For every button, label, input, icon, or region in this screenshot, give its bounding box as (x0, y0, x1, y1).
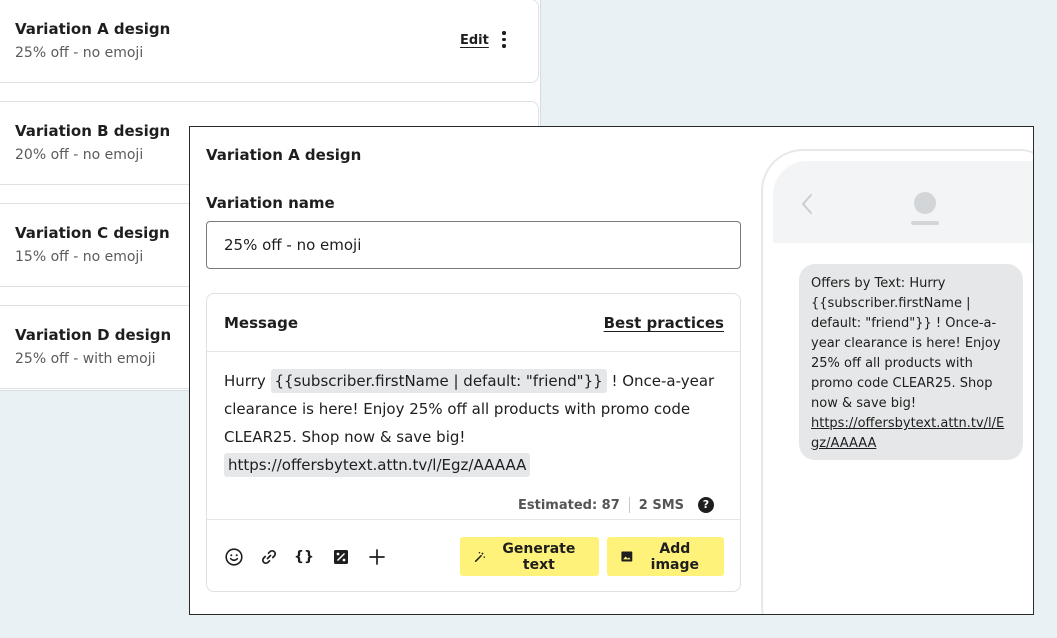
divider (628, 497, 630, 513)
more-options-icon[interactable] (501, 31, 507, 51)
discount-icon[interactable] (330, 546, 352, 568)
variation-title: Variation C design (15, 224, 170, 242)
phone-header (773, 161, 1033, 243)
variation-name-input[interactable] (206, 221, 741, 269)
image-icon (621, 551, 633, 562)
magic-wand-icon (474, 551, 486, 562)
variation-subtitle: 15% off - no emoji (15, 249, 144, 265)
variation-name-label: Variation name (206, 194, 335, 212)
variation-title: Variation A design (15, 20, 171, 38)
edit-link[interactable]: Edit (460, 33, 489, 48)
add-image-label: Add image (650, 540, 700, 573)
variation-title: Variation B design (15, 122, 171, 140)
subscriber-name-token[interactable]: {{subscriber.firstName | default: "frien… (270, 369, 607, 393)
back-chevron-icon (801, 193, 813, 219)
message-textarea[interactable]: Hurry {{subscriber.firstName | default: … (224, 367, 724, 479)
shortlink-token[interactable]: https://offersbytext.attn.tv/l/Egz/AAAAA (224, 453, 531, 477)
message-preview-bubble: Offers by Text: Hurry {{subscriber.first… (799, 264, 1023, 460)
phone-preview: Offers by Text: Hurry {{subscriber.first… (761, 149, 1033, 614)
message-text-before: Hurry (224, 372, 271, 390)
variable-icon[interactable]: {} (293, 546, 315, 568)
message-header: Message Best practices (207, 294, 740, 352)
panel-title: Variation A design (206, 146, 362, 164)
variation-subtitle: 25% off - no emoji (15, 45, 144, 61)
link-icon[interactable] (258, 546, 280, 568)
message-toolbar: {} Generate text Add image (207, 519, 740, 593)
variation-subtitle: 25% off - with emoji (15, 351, 156, 367)
character-estimate: Estimated: 87 2 SMS ? (518, 497, 714, 513)
contact-avatar-icon (905, 189, 945, 233)
best-practices-link[interactable]: Best practices (604, 314, 724, 332)
variation-editor-panel: Variation A design Variation name Messag… (189, 126, 1034, 615)
generate-text-label: Generate text (502, 540, 576, 573)
variation-card-a[interactable]: Variation A design 25% off - no emoji Ed… (0, 0, 539, 83)
preview-text: Offers by Text: Hurry {{subscriber.first… (811, 276, 1001, 411)
sms-count: 2 SMS (638, 497, 684, 513)
message-box: Message Best practices Hurry {{subscribe… (206, 293, 741, 592)
emoji-icon[interactable] (223, 546, 245, 568)
estimated-count: Estimated: 87 (518, 497, 620, 513)
plus-icon[interactable] (366, 546, 388, 568)
variation-title: Variation D design (15, 326, 172, 344)
add-image-button[interactable]: Add image (607, 537, 724, 576)
generate-text-button[interactable]: Generate text (460, 537, 599, 576)
help-icon[interactable]: ? (698, 497, 714, 513)
message-label: Message (224, 314, 298, 332)
preview-link[interactable]: https://offersbytext.attn.tv/l/Egz/AAAAA (811, 416, 1004, 451)
variation-subtitle: 20% off - no emoji (15, 147, 144, 163)
